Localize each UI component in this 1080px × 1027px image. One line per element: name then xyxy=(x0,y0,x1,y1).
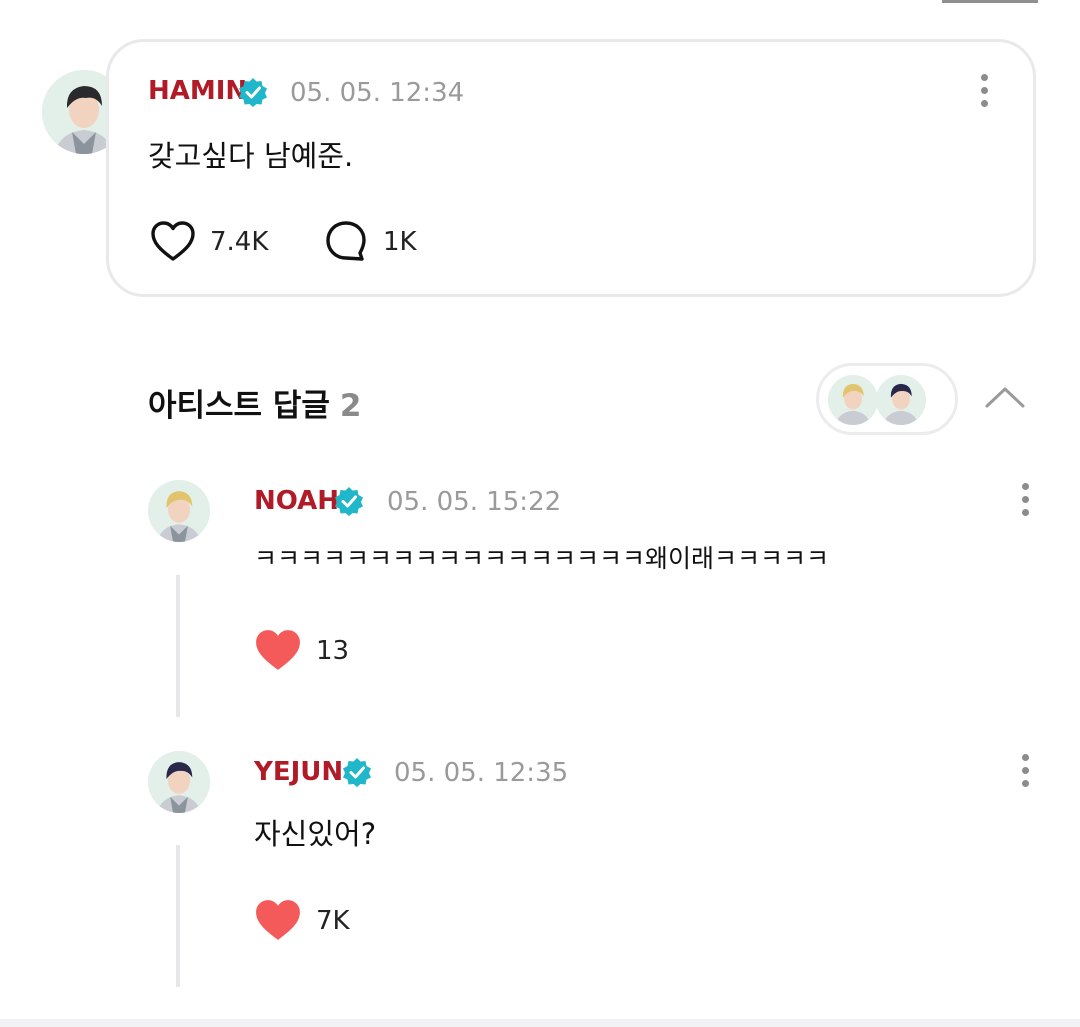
post-text: 갖고싶다 남예준. xyxy=(148,139,354,173)
post-timestamp: 05. 05. 12:34 xyxy=(290,78,465,108)
heart-outline-icon[interactable] xyxy=(150,220,196,262)
reply-more-icon[interactable] xyxy=(1017,754,1033,794)
yejun-mini-avatar xyxy=(876,375,926,425)
artist-replies-header: 아티스트 답글 2 xyxy=(148,380,362,425)
artist-replies-count: 2 xyxy=(339,388,362,424)
reply-thread-line xyxy=(176,575,180,717)
comment-bubble-icon[interactable] xyxy=(324,220,368,262)
verified-badge-icon xyxy=(238,77,268,107)
reply-text: 자신있어? xyxy=(254,817,377,851)
reply-like-count: 7K xyxy=(316,906,350,936)
artist-post-page: HAMIN 05. 05. 12:34 갖고싶다 남예준. 7.4K 1K 아티… xyxy=(0,0,1080,1027)
heart-filled-icon[interactable] xyxy=(254,628,302,672)
verified-badge-icon xyxy=(342,757,372,787)
reply-author-name[interactable]: YEJUN xyxy=(254,757,343,787)
noah-avatar[interactable] xyxy=(148,480,210,542)
reply-author-name[interactable]: NOAH xyxy=(254,486,339,516)
post-author-name[interactable]: HAMIN xyxy=(148,76,247,106)
reply-like-count: 13 xyxy=(316,636,350,666)
reply-thread-line xyxy=(176,845,180,987)
verified-badge-icon xyxy=(334,486,364,516)
artist-replies-title: 아티스트 답글 xyxy=(148,388,330,424)
bottom-divider xyxy=(0,1019,1080,1027)
reply-text: ㅋㅋㅋㅋㅋㅋㅋㅋㅋㅋㅋㅋㅋㅋㅋㅋㅋ왜이래ㅋㅋㅋㅋㅋ xyxy=(254,544,830,573)
reply-more-icon[interactable] xyxy=(1017,483,1033,523)
post-more-icon[interactable] xyxy=(976,74,992,114)
reply-timestamp: 05. 05. 15:22 xyxy=(387,487,562,517)
post-like-count: 7.4K xyxy=(210,227,269,257)
yejun-avatar[interactable] xyxy=(148,751,210,813)
noah-mini-avatar xyxy=(828,375,878,425)
top-link-underline[interactable] xyxy=(942,0,1038,3)
heart-filled-icon[interactable] xyxy=(254,898,302,942)
post-comment-count: 1K xyxy=(383,227,417,257)
collapse-chevron-up-icon[interactable] xyxy=(983,382,1027,412)
reply-timestamp: 05. 05. 12:35 xyxy=(394,758,569,788)
